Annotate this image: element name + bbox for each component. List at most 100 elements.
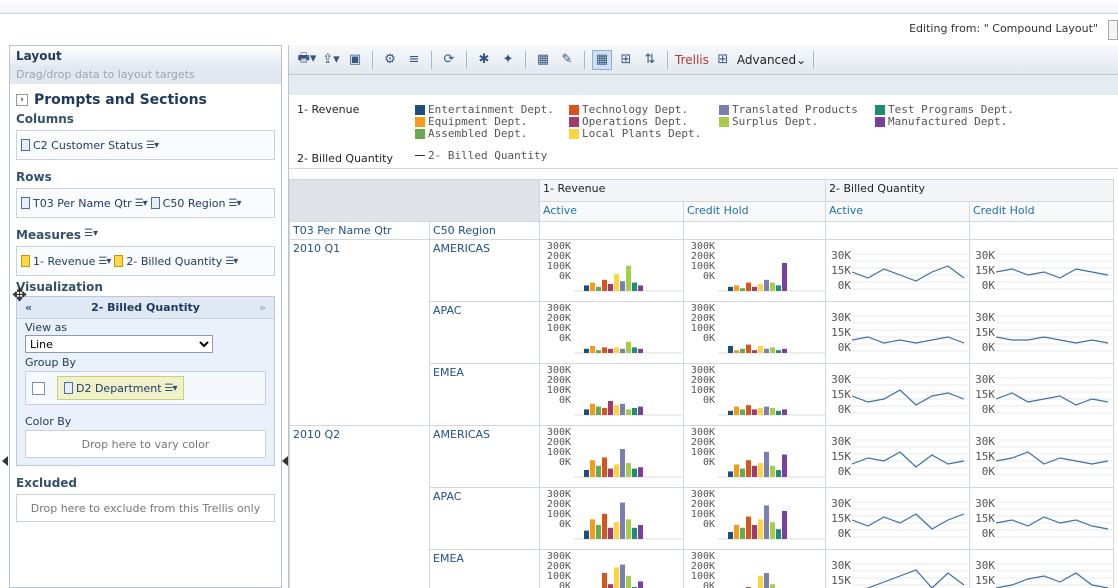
quarter-cell[interactable]: 2010 Q2 (289, 425, 430, 588)
quantity-line-chart (996, 501, 1112, 538)
calc-item-icon[interactable]: ✱ (474, 50, 494, 70)
quantity-chart-cell[interactable]: 30K15K0K (825, 301, 970, 364)
status-column-header[interactable]: Active (825, 201, 970, 222)
chip-menu-icon[interactable]: ☰▾ (98, 256, 111, 267)
row-header-quarter[interactable]: T03 Per Name Qtr (289, 221, 430, 240)
prompts-and-sections[interactable]: › Prompts and Sections (10, 84, 281, 112)
quantity-line-chart (996, 563, 1112, 588)
quantity-chart-cell[interactable]: 30K15K0K (825, 239, 970, 302)
measure-chip[interactable]: 1- Revenue ☰▾ (21, 255, 111, 268)
measures-menu-icon[interactable]: ☰▾ (84, 228, 98, 242)
export-icon[interactable]: ⇪▾ (321, 50, 341, 70)
expand-icon[interactable]: › (16, 94, 28, 106)
view-as-select[interactable]: Line (25, 335, 213, 353)
revenue-chart-cell[interactable]: 300K 200K 100K 0K (539, 363, 684, 426)
format-icon[interactable]: ≡ (404, 50, 424, 70)
rows-drop-target[interactable]: T03 Per Name Qtr ☰▾ C50 Region ☰▾ (16, 188, 275, 218)
revenue-chart-cell[interactable]: 300K 200K 100K 0K (683, 425, 826, 488)
properties-icon[interactable]: ⚙ (380, 50, 400, 70)
group-by-box[interactable]: D2 Department ☰▾ (25, 371, 266, 405)
revenue-bar (782, 263, 787, 291)
quantity-chart-cell[interactable]: 30K15K0K (825, 363, 970, 426)
revenue-bar (770, 522, 775, 539)
quantity-chart-cell[interactable]: 30K15K0K (825, 425, 970, 488)
refresh-icon[interactable]: ⟳ (439, 50, 459, 70)
quantity-chart-cell[interactable]: 30K15K0K (825, 549, 970, 588)
revenue-chart-cell[interactable]: 300K 200K 100K 0K (683, 301, 826, 364)
measure-chip[interactable]: 2- Billed Quantity ☰▾ (114, 255, 238, 268)
revenue-chart-cell[interactable]: 300K 200K 100K 0K (539, 425, 684, 488)
revenue-chart-cell[interactable]: 300K 200K 100K 0K (539, 487, 684, 550)
print-icon[interactable]: 🖶▾ (297, 50, 317, 70)
status-column-header[interactable]: Active (539, 201, 684, 222)
revenue-bar (638, 525, 643, 539)
quantity-chart-cell[interactable]: 30K15K0K (969, 425, 1114, 488)
chip-menu-icon[interactable]: ☰▾ (135, 198, 148, 209)
add-column-icon[interactable]: ▦ (533, 50, 553, 70)
quantity-tick: 30K (975, 435, 995, 448)
toolbar-separator (372, 50, 373, 69)
group-by-chip[interactable]: D2 Department ☰▾ (57, 376, 184, 400)
highlight-icon[interactable]: ✎ (557, 50, 577, 70)
status-column-header[interactable]: Credit Hold (683, 201, 826, 222)
status-column-header[interactable]: Credit Hold (969, 201, 1114, 222)
revenue-bar (740, 348, 745, 353)
row-header-region[interactable]: C50 Region (429, 221, 540, 240)
row-chip[interactable]: C50 Region ☰▾ (150, 197, 242, 210)
trellis-label[interactable]: Trellis (675, 50, 709, 70)
quantity-chart-cell[interactable]: 30K15K0K (969, 239, 1114, 302)
revenue-chart-cell[interactable]: 300K 200K 100K 0K (683, 363, 826, 426)
revenue-bar (770, 584, 775, 588)
top-bar (0, 0, 1118, 14)
excluded-drop-target[interactable]: Drop here to exclude from this Trellis o… (16, 494, 275, 522)
columns-drop-target[interactable]: C2 Customer Status ☰▾ (16, 130, 275, 160)
advanced-icon[interactable]: ⊞ (713, 50, 733, 70)
quantity-chart-cell[interactable]: 30K15K0K (969, 549, 1114, 588)
revenue-bar-chart (574, 401, 682, 416)
color-by-drop-target[interactable]: Drop here to vary color (25, 430, 266, 458)
revenue-chart-cell[interactable]: 300K 200K 100K 0K (683, 549, 826, 588)
chip-menu-icon[interactable]: ☰▾ (225, 256, 238, 267)
revenue-chart-cell[interactable]: 300K 200K 100K 0K (539, 549, 684, 588)
region-cell[interactable]: APAC (429, 487, 540, 550)
revenue-tick: 0K (558, 271, 571, 282)
quantity-chart-cell[interactable]: 30K15K0K (969, 487, 1114, 550)
chip-menu-icon[interactable]: ☰▾ (146, 140, 159, 151)
revenue-tick: 0K (702, 271, 715, 282)
table-view-icon[interactable]: ▦ (592, 49, 612, 70)
quantity-tick: 0K (981, 279, 995, 292)
group-by-checkbox[interactable] (32, 381, 45, 395)
chip-menu-icon[interactable]: ☰▾ (229, 198, 242, 209)
next-arrow-icon[interactable]: » (259, 301, 266, 314)
revenue-chart-cell[interactable]: 300K 200K 100K 0K (539, 301, 684, 364)
revenue-chart-cell[interactable]: 300K 200K 100K 0K (683, 239, 826, 302)
group-icon[interactable]: ✦ (498, 50, 518, 70)
quantity-chart-cell[interactable]: 30K15K0K (969, 301, 1114, 364)
revenue-chart-cell[interactable]: 300K 200K 100K 0K (683, 487, 826, 550)
editing-from-control[interactable] (1108, 20, 1118, 40)
region-cell[interactable]: EMEA (429, 363, 540, 426)
quantity-chart-cell[interactable]: 30K15K0K (969, 363, 1114, 426)
quantity-axis: 30K 15K 0K (971, 310, 995, 355)
region-cell[interactable]: APAC (429, 301, 540, 364)
region-cell[interactable]: AMERICAS (429, 425, 540, 488)
column-chip[interactable]: C2 Customer Status ☰▾ (21, 139, 159, 152)
quantity-chart-cell[interactable]: 30K15K0K (825, 487, 970, 550)
measures-drop-target[interactable]: 1- Revenue ☰▾ 2- Billed Quantity ☰▾ (16, 246, 275, 276)
chip-menu-icon[interactable]: ☰▾ (165, 383, 178, 394)
quarter-cell[interactable]: 2010 Q1 (289, 239, 430, 426)
revenue-bar (734, 525, 739, 539)
advanced-button[interactable]: Advanced ⌄ (737, 50, 806, 70)
region-cell[interactable]: AMERICAS (429, 239, 540, 302)
row-chip[interactable]: T03 Per Name Qtr ☰▾ (21, 197, 148, 210)
revenue-chart-cell[interactable]: 300K 200K 100K 0K (539, 239, 684, 302)
collapse-left-icon[interactable] (2, 456, 8, 466)
region-cell[interactable]: EMEA (429, 549, 540, 588)
revenue-bar (608, 468, 613, 477)
quantity-tick: 15K (975, 450, 995, 463)
revenue-bar-chart (718, 263, 826, 292)
sort-icon[interactable]: ⇅ (640, 50, 660, 70)
revenue-bar-chart (574, 502, 682, 540)
preview-icon[interactable]: ▣ (345, 50, 365, 70)
pivot-icon[interactable]: ⊞ (616, 50, 636, 70)
